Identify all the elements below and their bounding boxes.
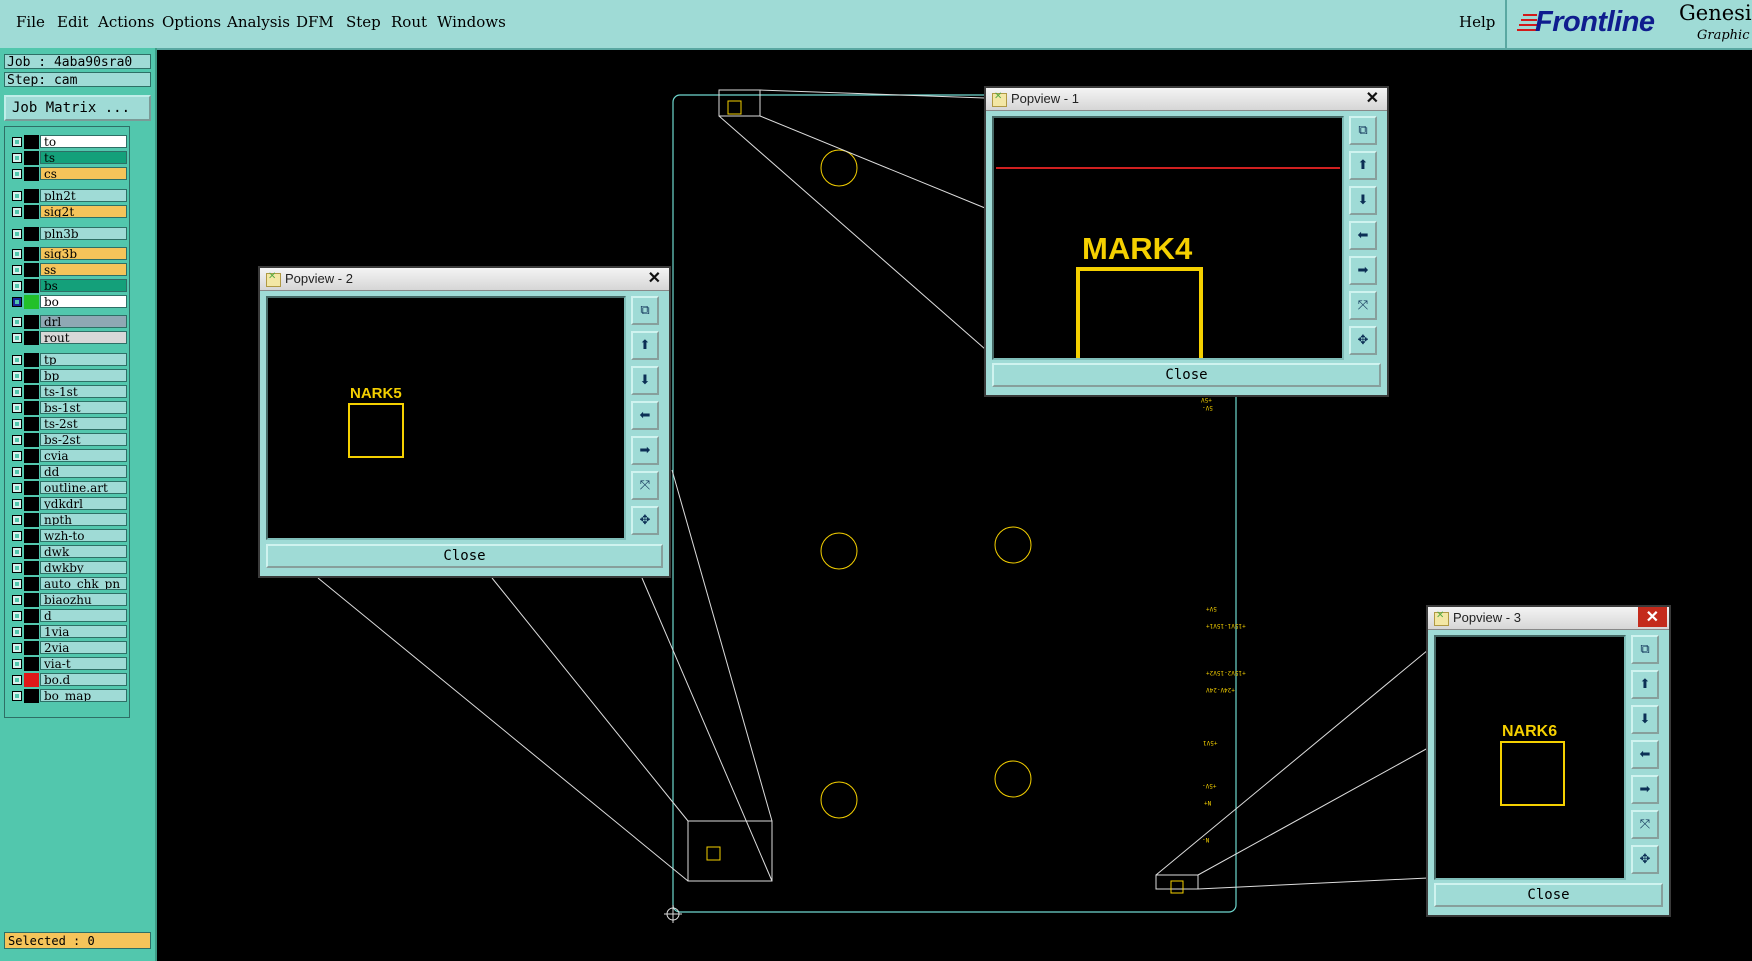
mark-box	[1076, 267, 1203, 358]
zoom-out-icon[interactable]: ✥	[1349, 326, 1377, 355]
pan-right-icon[interactable]: ➡	[1631, 775, 1659, 804]
board-text-label: +15V2-15V2+	[1206, 669, 1246, 676]
popview-3-title: Popview - 3	[1453, 610, 1521, 625]
pan-up-icon[interactable]: ⬆	[631, 331, 659, 360]
mark-label: MARK4	[1082, 231, 1193, 266]
close-icon[interactable]: ✕	[648, 268, 661, 288]
pan-down-icon[interactable]: ⬇	[1631, 705, 1659, 734]
board-text-label: N-	[1202, 836, 1209, 843]
popview-1-title: Popview - 1	[1011, 91, 1079, 106]
hole	[820, 149, 858, 187]
pan-down-icon[interactable]: ⬇	[1349, 186, 1377, 215]
popview-3-window: Popview - 3 ✕ NARK6 ⧉ ⬆ ⬇ ⬅ ➡ ⤧ ✥ Close	[1426, 605, 1671, 917]
hole	[820, 532, 858, 570]
window-icon	[1434, 610, 1449, 626]
pan-left-icon[interactable]: ⬅	[631, 401, 659, 430]
board-text-label: +5V-	[1202, 782, 1216, 789]
popview-1-view[interactable]: MARK4	[992, 116, 1344, 360]
popview-1-close-button[interactable]: Close	[992, 363, 1381, 387]
hole	[994, 760, 1032, 798]
window-icon	[266, 271, 281, 287]
mark6-small	[1170, 880, 1184, 894]
zoom-window-icon[interactable]: ⧉	[1349, 116, 1377, 145]
zoom-window-icon[interactable]: ⧉	[631, 296, 659, 325]
popview-2-titlebar[interactable]: Popview - 2 ✕	[260, 268, 669, 291]
zoom-out-icon[interactable]: ✥	[631, 506, 659, 535]
popview-1-window: Popview - 1 ✕ MARK4 ⧉ ⬆ ⬇ ⬅ ➡ ⤧ ✥ Close	[984, 86, 1389, 397]
popview-3-close-button[interactable]: Close	[1434, 883, 1663, 907]
popview-2-title: Popview - 2	[285, 271, 353, 286]
zoom-in-icon[interactable]: ⤧	[1349, 291, 1377, 320]
board-text-label: +15V1-15V1+	[1206, 622, 1246, 629]
zoom-region-3	[1155, 874, 1199, 890]
pan-left-icon[interactable]: ⬅	[1349, 221, 1377, 250]
pan-right-icon[interactable]: ➡	[631, 436, 659, 465]
pan-up-icon[interactable]: ⬆	[1349, 151, 1377, 180]
board-text-label: +5V	[1201, 396, 1212, 403]
popview-3-titlebar[interactable]: Popview - 3 ✕	[1428, 607, 1669, 630]
zoom-window-icon[interactable]: ⧉	[1631, 635, 1659, 664]
mark5-small	[706, 846, 721, 861]
popview-3-view[interactable]: NARK6	[1434, 635, 1626, 880]
board-text-label: +5V1	[1203, 739, 1218, 746]
mark-box	[348, 403, 404, 458]
pan-down-icon[interactable]: ⬇	[631, 366, 659, 395]
board-labels: +5V5V- 5V+ +15V1-15V1+ +15V2-15V2+ +24V-24V +…	[1201, 396, 1246, 843]
red-line	[996, 167, 1340, 169]
popview-2-close-button[interactable]: Close	[266, 544, 663, 568]
zoom-in-icon[interactable]: ⤧	[631, 471, 659, 500]
mark-box	[1500, 741, 1565, 806]
zoom-in-icon[interactable]: ⤧	[1631, 810, 1659, 839]
zoom-region-1	[718, 89, 761, 117]
close-icon[interactable]: ✕	[1637, 607, 1667, 627]
origin-crosshair-icon	[664, 905, 682, 923]
board-text-label: N+	[1204, 799, 1212, 806]
pan-left-icon[interactable]: ⬅	[1631, 740, 1659, 769]
mark4-small	[727, 100, 742, 115]
board-text-label: 5V+	[1206, 605, 1217, 612]
pan-up-icon[interactable]: ⬆	[1631, 670, 1659, 699]
zoom-out-icon[interactable]: ✥	[1631, 845, 1659, 874]
board-text-label: 5V-	[1202, 404, 1213, 411]
close-icon[interactable]: ✕	[1366, 88, 1379, 108]
mark-label: NARK5	[350, 385, 402, 402]
hole	[994, 526, 1032, 564]
popview-1-titlebar[interactable]: Popview - 1 ✕	[986, 88, 1387, 111]
board-text-label: +24V-24V	[1206, 686, 1235, 693]
window-icon	[992, 91, 1007, 107]
popview-2-view[interactable]: NARK5	[266, 296, 626, 540]
mark-label: NARK6	[1502, 723, 1558, 740]
hole	[820, 781, 858, 819]
pan-right-icon[interactable]: ➡	[1349, 256, 1377, 285]
popview-2-window: Popview - 2 ✕ NARK5 ⧉ ⬆ ⬇ ⬅ ➡ ⤧ ✥ Close	[258, 266, 671, 578]
